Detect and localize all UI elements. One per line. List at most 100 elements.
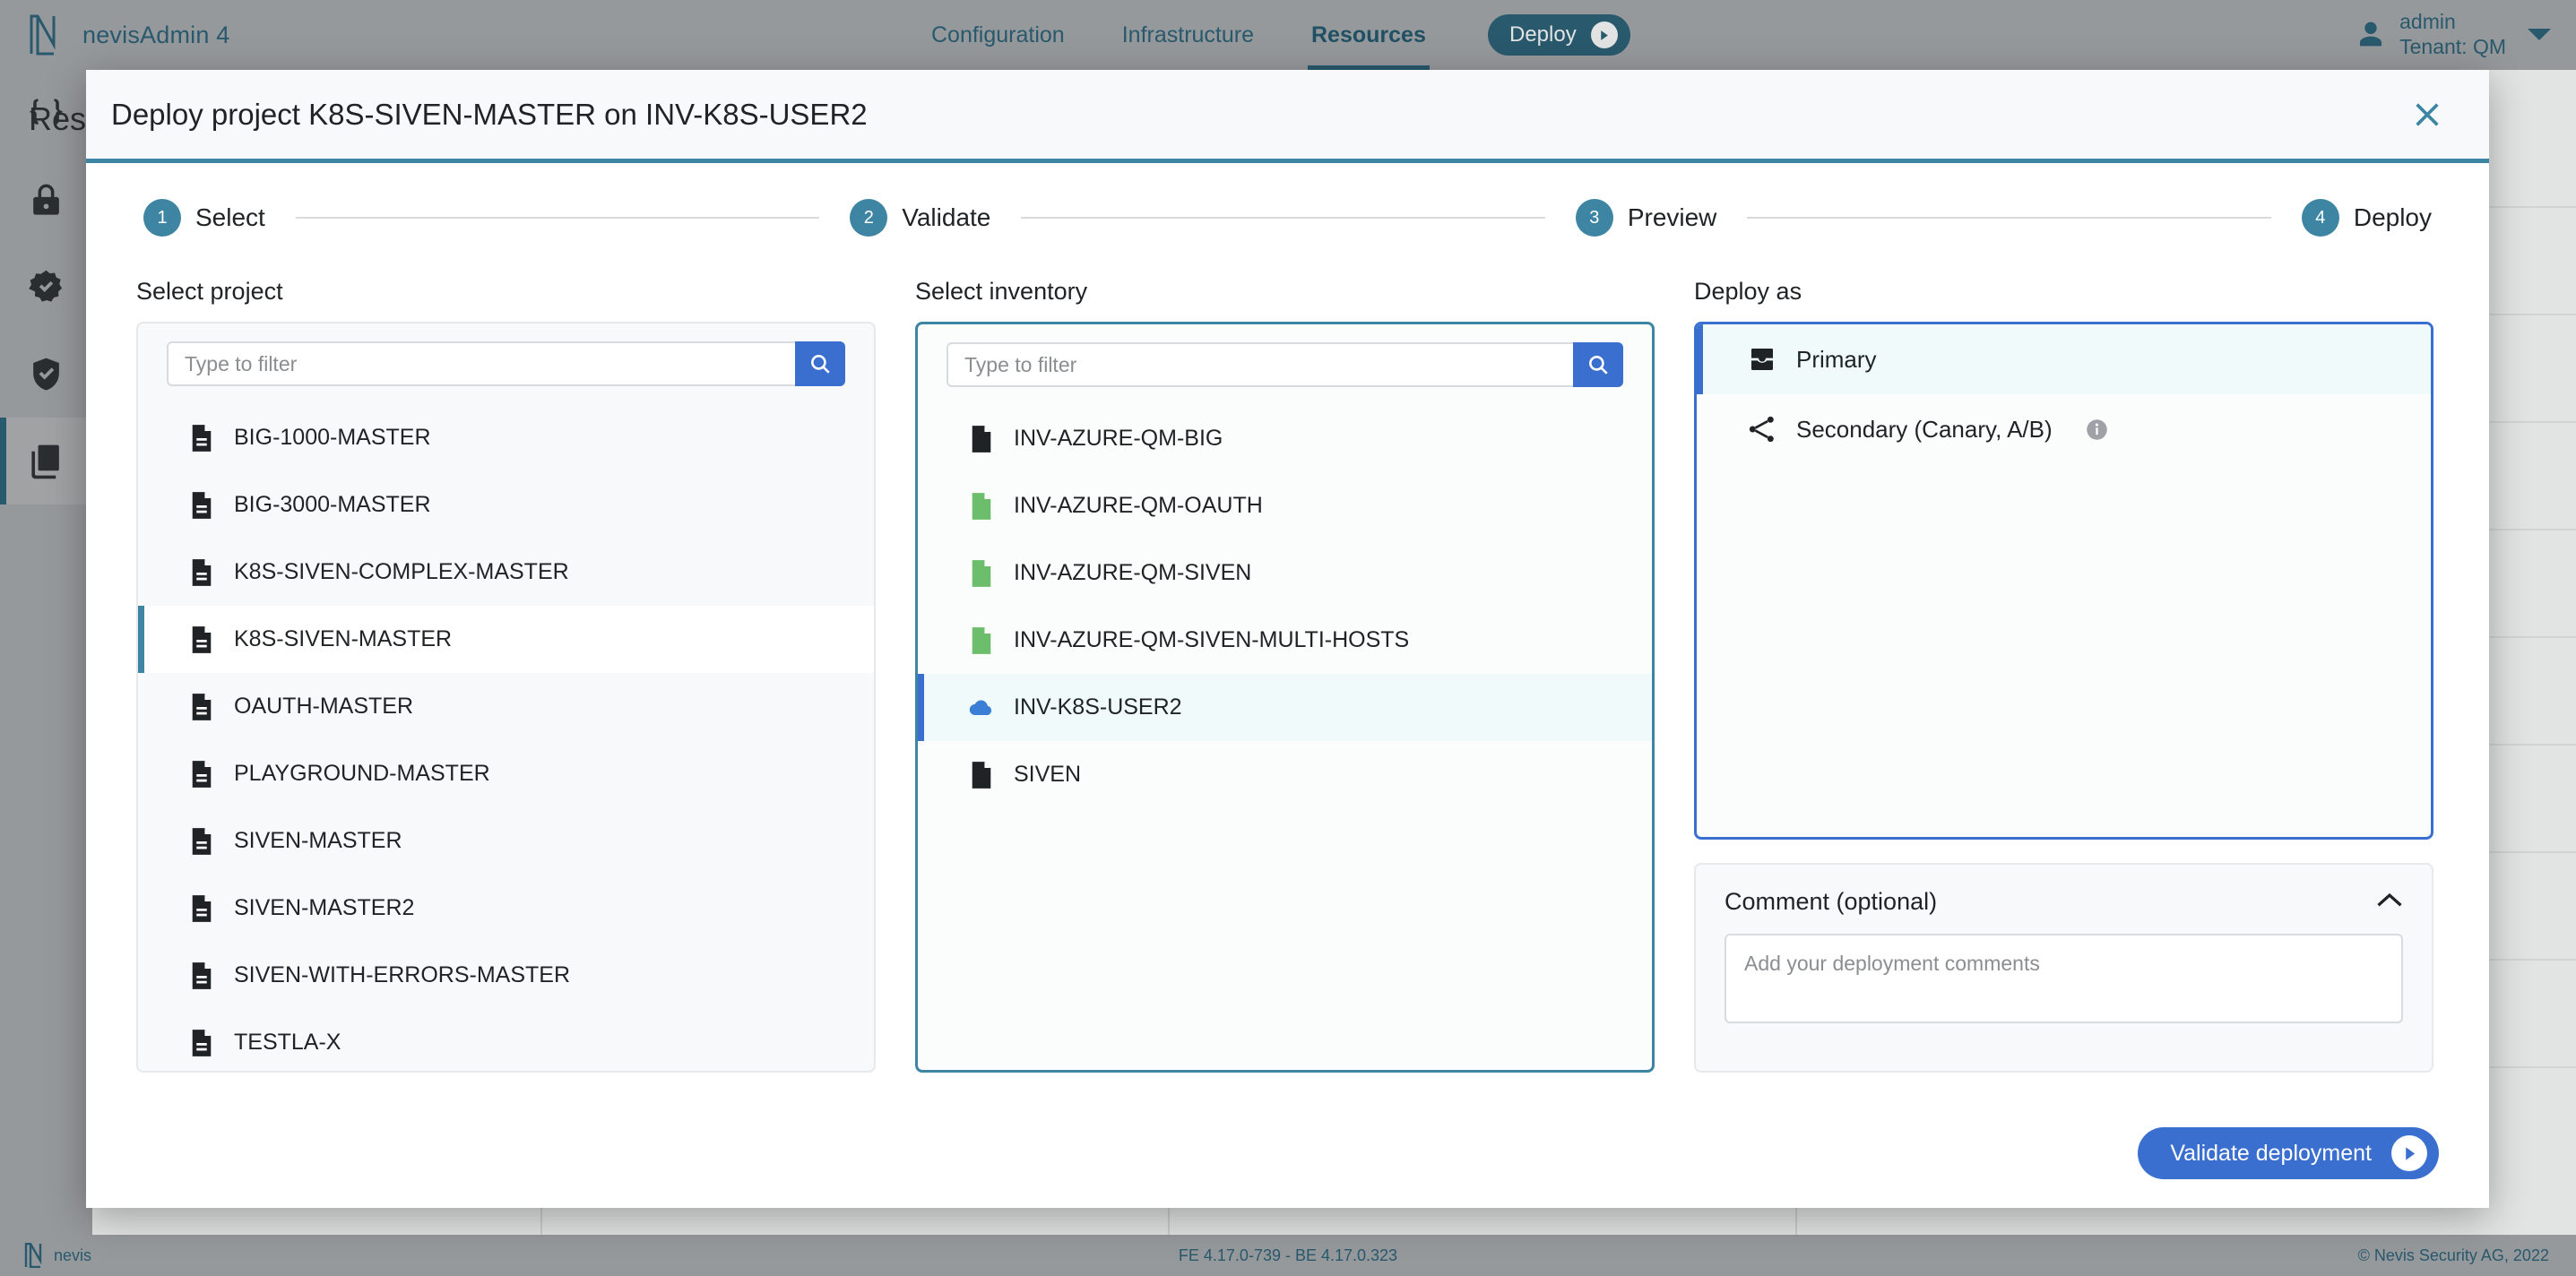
file-icon [972, 425, 991, 453]
dialog-footer: Validate deployment [86, 1099, 2489, 1208]
document-icon [189, 961, 216, 991]
validate-deployment-button[interactable]: Validate deployment [2138, 1127, 2439, 1179]
comment-header[interactable]: Comment (optional) [1725, 888, 2403, 916]
step-label: Select [195, 203, 265, 231]
inventory-item-label: INV-AZURE-QM-BIG [1014, 426, 1223, 451]
inventory-item-label: INV-K8S-USER2 [1014, 694, 1182, 720]
step-number: 4 [2301, 199, 2339, 237]
document-icon [189, 893, 216, 924]
project-item[interactable]: PLAYGROUND-MASTER [138, 740, 874, 807]
select-inventory-label: Select inventory [915, 278, 1088, 305]
project-item[interactable]: BIG-1000-MASTER [138, 404, 874, 471]
deploy-project-dialog: Deploy project K8S-SIVEN-MASTER on INV-K… [86, 70, 2489, 1208]
info-icon[interactable] [2085, 418, 2109, 442]
step-label: Validate [902, 203, 991, 231]
document-icon [189, 1028, 216, 1058]
inventory-item[interactable]: INV-AZURE-QM-OAUTH [918, 472, 1652, 539]
project-panel: BIG-1000-MASTER BIG-3000-MASTER K8S-SIVEN-… [136, 322, 876, 1073]
project-item[interactable]: SIVEN-MASTER2 [138, 875, 874, 942]
project-item-label: SIVEN-MASTER2 [234, 895, 415, 920]
inventory-item-label: INV-AZURE-QM-SIVEN-MULTI-HOSTS [1014, 627, 1410, 652]
step-label: Preview [1627, 203, 1717, 231]
comment-textarea[interactable] [1725, 934, 2403, 1023]
wizard-stepper: 1 Select 2 Validate 3 Preview 4 Deploy [136, 163, 2439, 272]
inventory-item-label: INV-AZURE-QM-SIVEN [1014, 560, 1252, 585]
inventory-item-label: SIVEN [1014, 762, 1082, 787]
file-icon [969, 625, 996, 656]
selection-columns: Select project BIG-1000-MASTER BIG-3000-M… [136, 272, 2439, 1073]
inventory-item[interactable]: INV-AZURE-QM-SIVEN [918, 539, 1652, 607]
step-validate[interactable]: 2 Validate [850, 199, 990, 237]
document-icon [189, 625, 216, 655]
inventory-item[interactable]: SIVEN [918, 741, 1652, 808]
project-item[interactable]: K8S-SIVEN-COMPLEX-MASTER [138, 539, 874, 606]
inventory-item[interactable]: INV-AZURE-QM-BIG [918, 405, 1652, 472]
project-item[interactable]: BIG-3000-MASTER [138, 471, 874, 539]
cloud-icon [969, 699, 992, 715]
deploy-as-label: Deploy as [1694, 278, 1802, 305]
validate-deployment-label: Validate deployment [2170, 1140, 2372, 1166]
project-item[interactable]: TESTLA-X [138, 1009, 874, 1071]
deploy-option-secondary[interactable]: Secondary (Canary, A/B) [1697, 394, 2431, 464]
project-item[interactable]: SIVEN-MASTER [138, 807, 874, 875]
document-icon [192, 558, 212, 586]
step-label: Deploy [2353, 203, 2433, 231]
select-project-label: Select project [136, 278, 283, 305]
step-connector [1747, 217, 2271, 219]
step-select[interactable]: 1 Select [143, 199, 265, 237]
project-item-label: OAUTH-MASTER [234, 694, 413, 719]
search-icon [1589, 356, 1608, 375]
file-icon [972, 761, 991, 789]
project-filter-row [138, 323, 874, 399]
inventory-search-button[interactable] [1573, 342, 1623, 387]
inventory-item[interactable]: INV-K8S-USER2 [918, 674, 1652, 741]
select-inventory-column: Select inventory INV-AZURE-QM-BIGINV-AZU… [915, 278, 1655, 1073]
inventory-item[interactable]: INV-AZURE-QM-SIVEN-MULTI-HOSTS [918, 607, 1652, 674]
cloud-icon [969, 693, 996, 723]
comment-card: Comment (optional) [1694, 863, 2433, 1073]
chevron-up-icon[interactable] [2376, 892, 2403, 912]
project-item-label: SIVEN-WITH-ERRORS-MASTER [234, 962, 570, 987]
step-deploy[interactable]: 4 Deploy [2301, 199, 2433, 237]
inventory-list: INV-AZURE-QM-BIG INV-AZURE-QM-OAUTH INV-AZ… [918, 400, 1652, 808]
step-connector [1021, 217, 1545, 219]
project-item[interactable]: SIVEN-WITH-ERRORS-MASTER [138, 942, 874, 1009]
project-search-button[interactable] [795, 341, 845, 386]
project-list: BIG-1000-MASTER BIG-3000-MASTER K8S-SIVEN-… [138, 399, 874, 1071]
step-preview[interactable]: 3 Preview [1575, 199, 1717, 237]
inventory-filter-input[interactable] [947, 342, 1573, 387]
project-item[interactable]: OAUTH-MASTER [138, 673, 874, 740]
project-item-label: PLAYGROUND-MASTER [234, 761, 490, 786]
step-number: 3 [1575, 199, 1613, 237]
document-icon [192, 961, 212, 989]
project-item-label: SIVEN-MASTER [234, 828, 402, 853]
project-filter-input[interactable] [167, 341, 795, 386]
select-project-column: Select project BIG-1000-MASTER BIG-3000-M… [136, 278, 876, 1073]
file-icon [972, 492, 991, 520]
deploy-as-column: Deploy as Primary Secondary (Canary, A/B… [1694, 278, 2433, 1073]
file-icon [972, 559, 991, 587]
file-icon [969, 491, 996, 522]
play-icon [2391, 1135, 2427, 1171]
document-icon [192, 625, 212, 653]
inventory-item-label: INV-AZURE-QM-OAUTH [1014, 493, 1263, 518]
inventory-panel: INV-AZURE-QM-BIG INV-AZURE-QM-OAUTH INV-AZ… [915, 322, 1655, 1073]
document-icon [192, 693, 212, 720]
close-icon[interactable] [2407, 94, 2448, 135]
project-item-label: BIG-1000-MASTER [234, 425, 431, 450]
file-icon [969, 558, 996, 589]
dialog-header: Deploy project K8S-SIVEN-MASTER on INV-K… [86, 70, 2489, 163]
document-icon [192, 894, 212, 922]
document-icon [192, 424, 212, 452]
document-icon [189, 826, 216, 857]
project-item-label: BIG-3000-MASTER [234, 492, 431, 517]
document-icon [192, 760, 212, 788]
file-icon [969, 760, 996, 790]
file-icon [972, 626, 991, 654]
inventory-filter-row [918, 324, 1652, 400]
deploy-option-primary[interactable]: Primary [1697, 324, 2431, 394]
document-icon [192, 1029, 212, 1056]
step-number: 2 [850, 199, 888, 237]
project-item[interactable]: K8S-SIVEN-MASTER [138, 606, 874, 673]
project-item-label: TESTLA-X [234, 1030, 341, 1055]
